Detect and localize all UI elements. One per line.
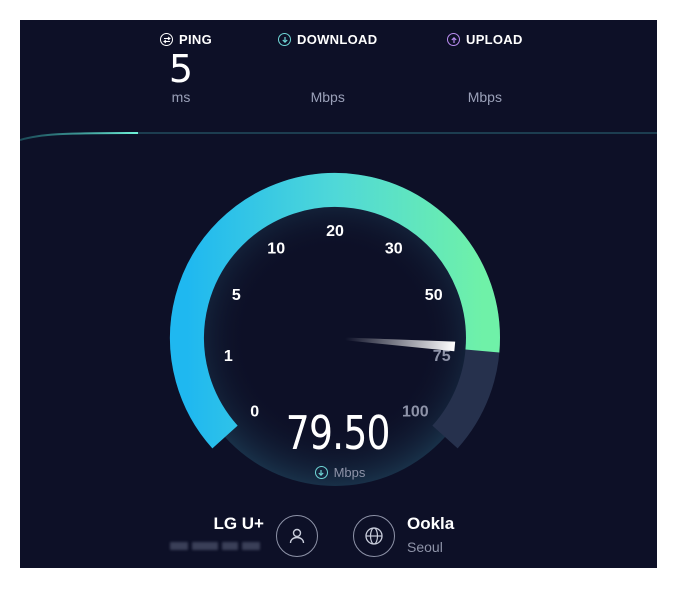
gauge-tick-label: 1	[224, 348, 233, 365]
gauge-tick-label: 100	[402, 403, 429, 420]
gauge-tick-label: 50	[425, 287, 443, 304]
gauge-tick-label: 30	[385, 240, 403, 257]
change-provider-button[interactable]	[276, 515, 318, 557]
server-location: Seoul	[407, 539, 443, 555]
speed-gauge: 0151020305075100	[170, 172, 500, 486]
gauge-tick-label: 5	[232, 287, 241, 304]
current-speed-unit: Mbps	[333, 465, 366, 480]
current-speed-value: 79.50	[285, 406, 391, 460]
isp-name: LG U+	[213, 514, 264, 533]
user-icon	[289, 528, 305, 544]
download-indicator-icon	[314, 466, 328, 479]
gauge-tick-label: 0	[250, 403, 259, 420]
current-speed-unit-row: Mbps	[290, 465, 390, 480]
gauge-tick-label: 20	[326, 223, 344, 240]
isp-ip-redacted	[170, 542, 264, 552]
server-name: Ookla	[407, 514, 455, 533]
speedtest-panel: PING 5 ms DOWNLOAD Mbps UPLOAD Mbps 0 1 …	[20, 20, 657, 568]
globe-icon	[365, 527, 383, 545]
gauge-tick-label: 10	[267, 240, 285, 257]
change-server-button[interactable]	[353, 515, 395, 557]
